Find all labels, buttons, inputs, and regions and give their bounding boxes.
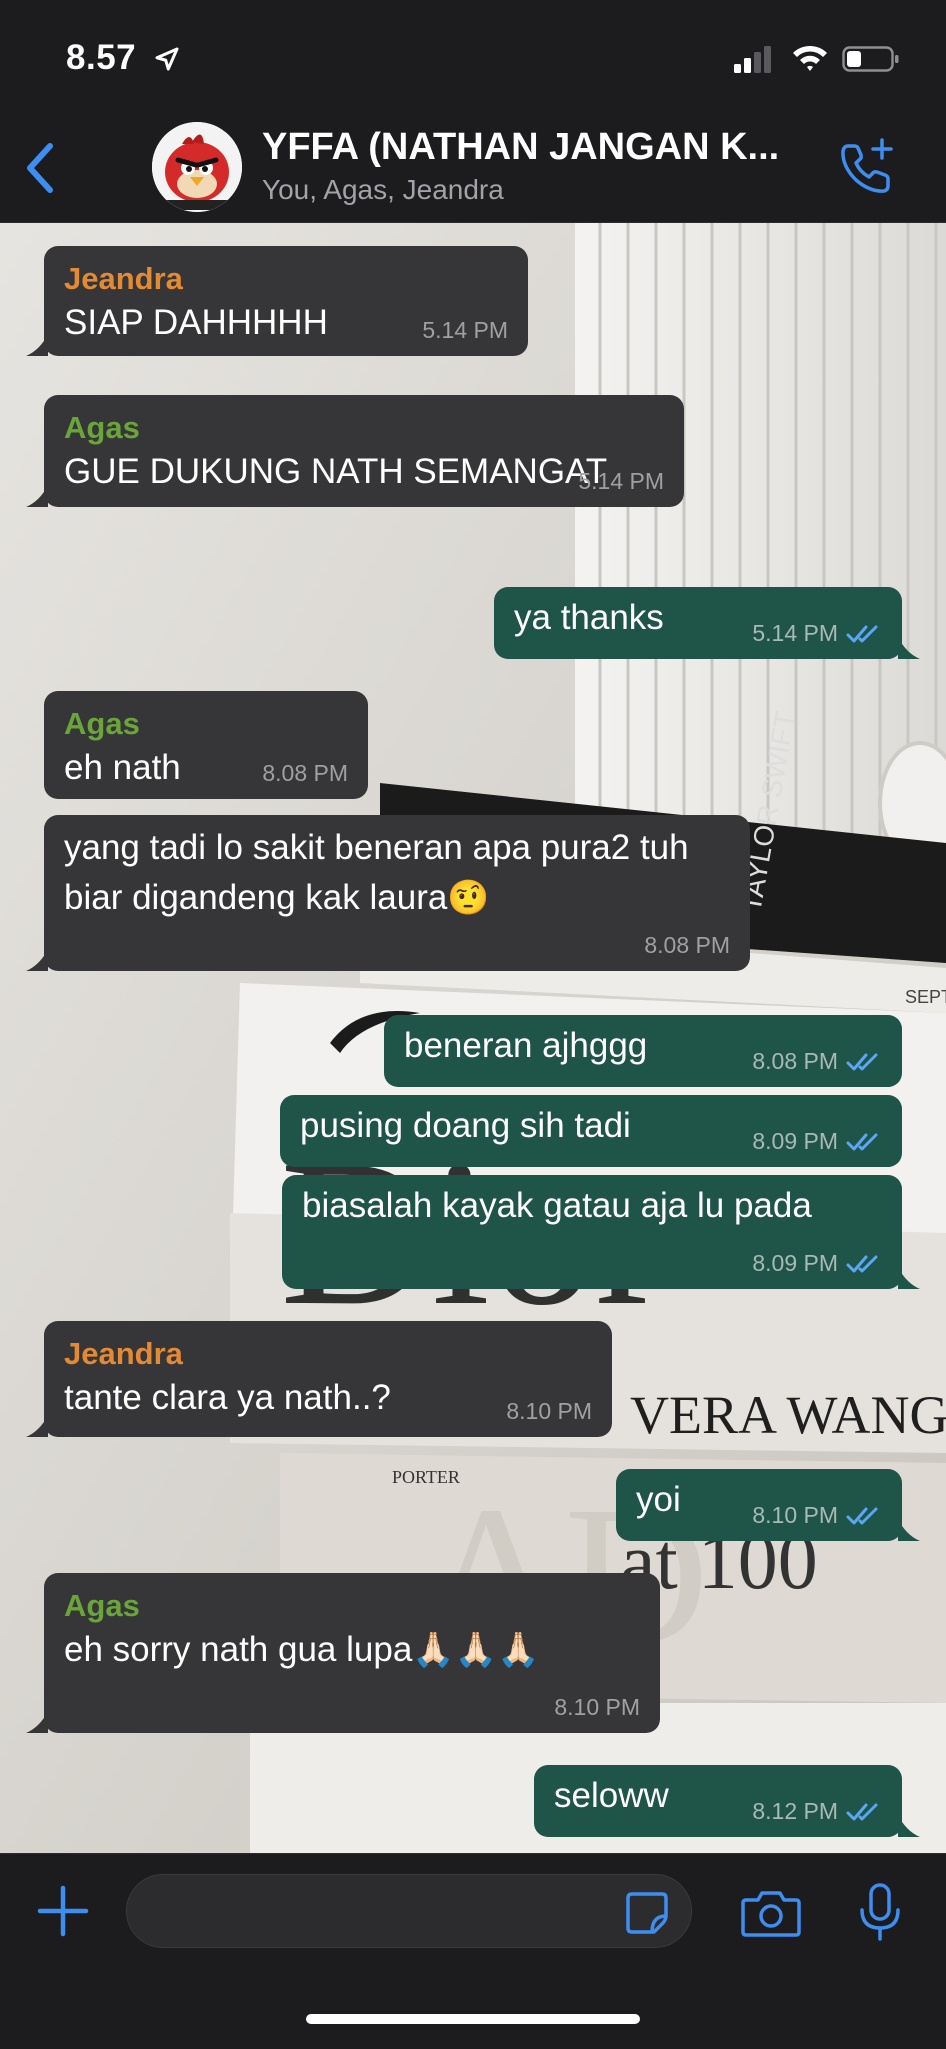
message-text: GUE DUKUNG NATH SEMANGAT [64, 452, 608, 491]
message-time: 8.10 PM [506, 1398, 592, 1424]
message-bubble[interactable]: seloww 8.12 PM [534, 1765, 920, 1837]
read-receipt-icon [846, 1803, 878, 1820]
message-bubble[interactable]: ya thanks 5.14 PM [494, 587, 920, 659]
message-time: 8.08 PM [262, 760, 348, 786]
message-time: 8.08 PM [752, 1048, 880, 1075]
angry-bird-avatar-icon [152, 122, 242, 212]
status-bar: 8.57 [0, 0, 946, 112]
bubble-tail [26, 949, 48, 971]
message-time: 5.14 PM [752, 620, 880, 647]
bubble-tail [26, 1711, 48, 1733]
message-time: 5.14 PM [422, 317, 508, 343]
svg-text:SEPT: SEPT [905, 987, 946, 1007]
wifi-icon [793, 45, 827, 71]
chat-participants[interactable]: You, Agas, Jeandra [262, 174, 504, 206]
message-time: 8.10 PM [554, 1694, 640, 1720]
svg-text:VERA WANG: VERA WANG [630, 1385, 946, 1445]
add-call-icon[interactable] [834, 136, 898, 200]
message-time: 5.14 PM [578, 468, 664, 494]
sticker-icon[interactable] [624, 1890, 670, 1936]
message-bubble[interactable]: Agas GUE DUKUNG NATH SEMANGAT 5.14 PM [26, 395, 684, 507]
status-time: 8.57 [66, 38, 137, 77]
message-bubble[interactable]: beneran ajhggg 8.08 PM [384, 1015, 902, 1087]
bubble-tail [26, 1415, 48, 1437]
bubble-tail [898, 1267, 920, 1289]
read-receipt-icon [846, 1133, 878, 1150]
group-avatar[interactable] [152, 122, 242, 212]
sender-name[interactable]: Agas [64, 705, 348, 743]
message-bubble[interactable]: Agas eh nath 8.08 PM [44, 691, 368, 799]
bubble-tail [898, 1815, 920, 1837]
sender-name[interactable]: Jeandra [64, 260, 508, 298]
bubble-tail [898, 1519, 920, 1541]
sender-name[interactable]: Agas [64, 1587, 640, 1625]
message-bubble[interactable]: yoi 8.10 PM [616, 1469, 920, 1541]
back-chevron-icon[interactable] [20, 138, 60, 198]
message-time: 8.12 PM [752, 1798, 880, 1825]
camera-icon[interactable] [740, 1888, 802, 1938]
message-text: eh sorry nath gua lupa🙏🏻🙏🏻🙏🏻 [64, 1630, 540, 1669]
home-indicator[interactable] [306, 2014, 640, 2024]
composer-bar [0, 1853, 946, 2049]
bubble-tail [26, 485, 48, 507]
location-arrow-icon [155, 47, 179, 71]
message-time: 8.09 PM [752, 1250, 880, 1277]
bubble-tail [26, 334, 48, 356]
chat-title[interactable]: YFFA (NATHAN JANGAN K... [262, 126, 822, 169]
message-bubble[interactable]: pusing doang sih tadi 8.09 PM [280, 1095, 902, 1167]
plus-icon[interactable] [36, 1884, 90, 1938]
folded-hands-emoji-icon: 🙏🏻🙏🏻🙏🏻 [412, 1631, 540, 1669]
message-time: 8.08 PM [644, 932, 730, 958]
message-time: 8.09 PM [752, 1128, 880, 1155]
read-receipt-icon [846, 1507, 878, 1524]
message-list[interactable]: Dior VERA WANG PORTER at 100 AD SEPT TAY… [0, 223, 946, 1853]
battery-icon [842, 46, 899, 72]
message-bubble[interactable]: biasalah kayak gatau aja lu pada 8.09 PM [282, 1175, 920, 1289]
microphone-icon[interactable] [854, 1882, 906, 1942]
bubble-tail [898, 637, 920, 659]
message-text: biasalah kayak gatau aja lu pada [302, 1186, 812, 1225]
message-bubble[interactable]: Jeandra SIAP DAHHHHH 5.14 PM [26, 246, 528, 356]
read-receipt-icon [846, 1053, 878, 1070]
chat-header: YFFA (NATHAN JANGAN K... You, Agas, Jean… [0, 112, 946, 223]
raised-eyebrow-emoji-icon: 🤨 [447, 879, 490, 917]
sender-name[interactable]: Agas [64, 409, 664, 447]
read-receipt-icon [846, 1255, 878, 1272]
message-bubble[interactable]: Jeandra tante clara ya nath..? 8.10 PM [26, 1321, 612, 1437]
read-receipt-icon [846, 625, 878, 642]
cellular-signal-icon [734, 46, 771, 73]
message-bubble[interactable]: Agas eh sorry nath gua lupa🙏🏻🙏🏻🙏🏻 8.10 P… [26, 1573, 660, 1733]
sender-name[interactable]: Jeandra [64, 1335, 592, 1373]
message-bubble[interactable]: yang tadi lo sakit beneran apa pura2 tuh… [26, 815, 750, 971]
message-time: 8.10 PM [752, 1502, 880, 1529]
message-input[interactable] [126, 1874, 692, 1948]
message-text: yang tadi lo sakit beneran apa pura2 tuh… [64, 828, 699, 917]
